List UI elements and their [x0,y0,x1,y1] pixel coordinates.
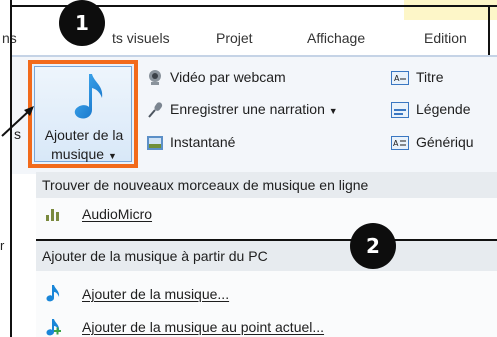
menu-item-audiomicro[interactable]: AudioMicro [82,206,152,222]
add-music-button[interactable]: Ajouter de la musique ▼ [28,60,138,168]
webcam-video-item[interactable]: Vidéo par webcam [170,69,286,85]
caption-icon [391,102,409,118]
svg-text:A: A [393,139,399,148]
snapshot-icon [147,136,163,150]
credits-icon: A [391,136,409,150]
music-note-small-icon [46,285,60,302]
add-music-label: Ajouter de la musique ▼ [36,126,132,166]
record-narration-label: Enregistrer une narration [170,101,325,117]
webcam-icon [149,70,161,85]
svg-text:A: A [394,74,400,83]
title-icon: A [391,71,409,85]
tab-edition-label: Edition [424,30,467,46]
audiomicro-icon [46,209,59,221]
menu-item-add-music[interactable]: Ajouter de la musique... [82,286,229,302]
left-edge-partial-text: r [0,238,5,253]
title-item[interactable]: Titre [416,69,443,85]
record-narration-item[interactable]: Enregistrer une narration ▼ [170,101,338,117]
menu-header-find-online: Trouver de nouveaux morceaux de musique … [36,172,497,198]
microphone-icon [148,102,163,118]
add-music-at-point-icon [46,319,61,336]
callout-arrow-icon [1,106,34,137]
menu-header-from-pc: Ajouter de la musique à partir du PC [36,241,497,271]
callout-badge-2: 2 [350,223,396,269]
credits-item[interactable]: Génériqu [416,134,474,150]
caption-item[interactable]: Légende [416,101,471,117]
tab-edition-accent [404,0,497,20]
tab-project[interactable]: Projet [216,30,253,46]
add-music-label-line1: Ajouter de la [44,127,124,143]
add-music-label-text: musique [51,146,105,162]
menu-item-add-music-at-point[interactable]: Ajouter de la musique au point actuel... [82,319,324,335]
snapshot-item[interactable]: Instantané [170,134,235,150]
narration-dropdown-icon: ▼ [328,106,338,116]
tab-view[interactable]: Affichage [307,30,365,46]
tab-visual-effects[interactable]: ts visuels [112,30,170,46]
dropdown-arrow-icon: ▼ [107,151,117,161]
music-note-icon [74,74,103,119]
add-music-label-line2: musique ▼ [36,145,132,166]
callout-badge-1: 1 [59,0,105,46]
